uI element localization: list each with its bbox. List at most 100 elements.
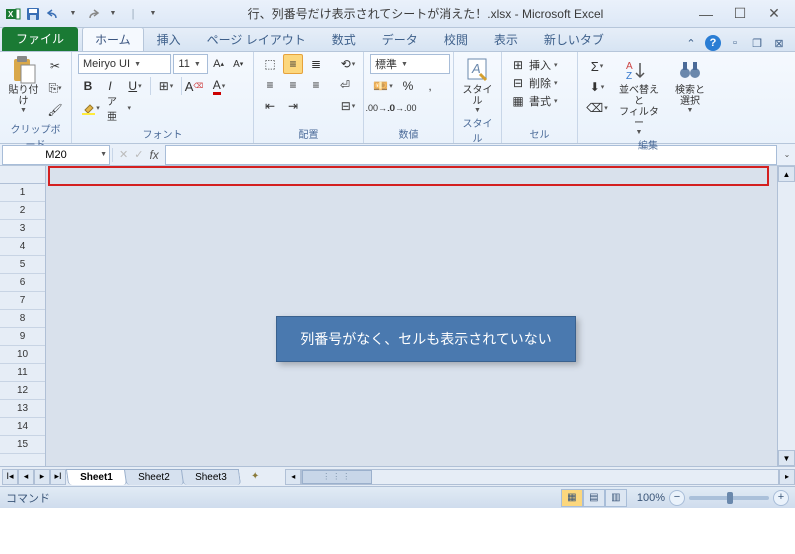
tab-insert[interactable]: 挿入 — [144, 27, 194, 51]
redo-dropdown-icon[interactable]: ▼ — [104, 5, 122, 23]
row-header[interactable]: 7 — [0, 292, 45, 310]
paste-button[interactable]: 貼り付け ▼ — [6, 54, 41, 114]
scroll-up-icon[interactable]: ▲ — [778, 166, 795, 182]
border-button[interactable]: ⊞▾ — [153, 76, 179, 96]
row-header[interactable]: 4 — [0, 238, 45, 256]
name-box[interactable]: M20▼ — [2, 145, 110, 165]
tab-home[interactable]: ホーム — [82, 27, 144, 51]
styles-dropdown-icon[interactable]: ▼ — [474, 107, 481, 114]
row-header[interactable]: 8 — [0, 310, 45, 328]
accounting-format-button[interactable]: 💴▾ — [370, 76, 396, 96]
select-all-button[interactable] — [0, 166, 45, 184]
grid-area[interactable]: 列番号がなく、セルも表示されていない — [46, 166, 777, 466]
align-center-icon[interactable]: ≡ — [283, 75, 303, 95]
align-middle-icon[interactable]: ≡ — [283, 54, 303, 74]
close-button[interactable]: ✕ — [765, 5, 783, 23]
row-header[interactable]: 3 — [0, 220, 45, 238]
cell-styles-button[interactable]: A スタイル ▼ — [460, 54, 495, 114]
find-select-button[interactable]: 検索と 選択 ▼ — [668, 54, 712, 114]
window-options-icon[interactable]: ▫ — [727, 35, 743, 51]
enter-formula-icon[interactable]: ✓ — [134, 148, 143, 161]
align-bottom-icon[interactable]: ≣ — [306, 54, 326, 74]
row-header[interactable]: 2 — [0, 202, 45, 220]
tab-formulas[interactable]: 数式 — [319, 27, 369, 51]
row-header[interactable]: 1 — [0, 184, 45, 202]
format-cells-button[interactable]: ▦書式▾ — [508, 92, 571, 110]
expand-formula-bar-icon[interactable]: ⌄ — [779, 150, 795, 159]
zoom-in-icon[interactable]: + — [773, 490, 789, 506]
zoom-thumb[interactable] — [727, 492, 733, 504]
percent-icon[interactable]: % — [398, 76, 418, 96]
wrap-text-icon[interactable]: ⏎ — [335, 75, 355, 95]
decrease-font-icon[interactable]: A▾ — [229, 54, 247, 74]
row-header[interactable]: 6 — [0, 274, 45, 292]
last-sheet-icon[interactable]: ▸I — [50, 469, 66, 485]
align-top-icon[interactable]: ⬚ — [260, 54, 280, 74]
minimize-ribbon-icon[interactable]: ⌃ — [683, 35, 699, 51]
maximize-button[interactable]: ☐ — [731, 5, 749, 23]
bold-button[interactable]: B — [78, 76, 98, 96]
scroll-track[interactable] — [778, 182, 795, 450]
row-header[interactable]: 14 — [0, 418, 45, 436]
row-header[interactable]: 13 — [0, 400, 45, 418]
row-header[interactable]: 10 — [0, 346, 45, 364]
row-header[interactable]: 9 — [0, 328, 45, 346]
sheet-tab[interactable]: Sheet1 — [66, 469, 127, 485]
page-break-view-icon[interactable]: ▥ — [605, 489, 627, 507]
scroll-left-icon[interactable]: ◂ — [285, 469, 301, 485]
tab-new[interactable]: 新しいタブ — [531, 27, 617, 51]
next-sheet-icon[interactable]: ▸ — [34, 469, 50, 485]
font-name-combo[interactable]: Meiryo UI▼ — [78, 54, 171, 74]
chevron-down-icon[interactable]: ▼ — [100, 151, 107, 158]
paste-dropdown-icon[interactable]: ▼ — [20, 107, 27, 114]
tab-view[interactable]: 表示 — [481, 27, 531, 51]
format-painter-icon[interactable]: 🖌 — [45, 100, 65, 120]
increase-font-icon[interactable]: A▴ — [210, 54, 228, 74]
scroll-track[interactable]: ⋮⋮⋮ — [301, 469, 779, 485]
zoom-level[interactable]: 100% — [637, 492, 665, 504]
cancel-formula-icon[interactable]: ✕ — [119, 148, 128, 161]
row-header[interactable]: 15 — [0, 436, 45, 454]
align-right-icon[interactable]: ≡ — [306, 75, 326, 95]
align-left-icon[interactable]: ≡ — [260, 75, 280, 95]
scroll-right-icon[interactable]: ▸ — [779, 469, 795, 485]
row-header[interactable]: 12 — [0, 382, 45, 400]
orientation-button[interactable]: ⟲▾ — [335, 54, 361, 74]
delete-cells-button[interactable]: ⊟削除▾ — [508, 74, 571, 92]
help-icon[interactable]: ? — [705, 35, 721, 51]
font-color-button[interactable]: A▾ — [206, 76, 232, 96]
first-sheet-icon[interactable]: I◂ — [2, 469, 18, 485]
decrease-decimal-icon[interactable]: .0→.00 — [392, 98, 412, 118]
mdi-restore-icon[interactable]: ❐ — [749, 35, 765, 51]
tab-page-layout[interactable]: ページ レイアウト — [194, 27, 319, 51]
cut-icon[interactable]: ✂ — [45, 56, 65, 76]
decrease-indent-icon[interactable]: ⇤ — [260, 96, 280, 116]
new-sheet-icon[interactable]: ✦ — [245, 470, 265, 484]
number-format-combo[interactable]: 標準▼ — [370, 54, 450, 74]
prev-sheet-icon[interactable]: ◂ — [18, 469, 34, 485]
redo-icon[interactable] — [84, 5, 102, 23]
increase-indent-icon[interactable]: ⇥ — [283, 96, 303, 116]
insert-cells-button[interactable]: ⊞挿入▾ — [508, 56, 571, 74]
sheet-tab[interactable]: Sheet2 — [124, 469, 184, 485]
save-icon[interactable] — [24, 5, 42, 23]
comma-icon[interactable]: , — [420, 76, 440, 96]
sheet-tab[interactable]: Sheet3 — [180, 469, 240, 485]
qat-customize-icon[interactable]: ▼ — [144, 5, 162, 23]
vertical-scrollbar[interactable]: ▲ ▼ — [777, 166, 795, 466]
mdi-close-icon[interactable]: ⊠ — [771, 35, 787, 51]
copy-icon[interactable]: ⎘▾ — [45, 78, 65, 98]
row-header[interactable]: 11 — [0, 364, 45, 382]
file-tab[interactable]: ファイル — [2, 27, 78, 51]
fx-icon[interactable]: fx — [149, 148, 158, 162]
autosum-button[interactable]: Σ▾ — [584, 56, 610, 76]
row-header[interactable]: 5 — [0, 256, 45, 274]
tab-review[interactable]: 校閲 — [431, 27, 481, 51]
zoom-out-icon[interactable]: − — [669, 490, 685, 506]
zoom-slider[interactable] — [689, 496, 769, 500]
scroll-thumb[interactable]: ⋮⋮⋮ — [302, 470, 372, 484]
phonetic-button[interactable]: ア亜▾ — [106, 98, 132, 118]
fill-color-button[interactable]: ▾ — [78, 98, 104, 118]
horizontal-scrollbar[interactable]: ◂ ⋮⋮⋮ ▸ — [285, 469, 795, 485]
merge-button[interactable]: ⊟▾ — [335, 96, 361, 116]
